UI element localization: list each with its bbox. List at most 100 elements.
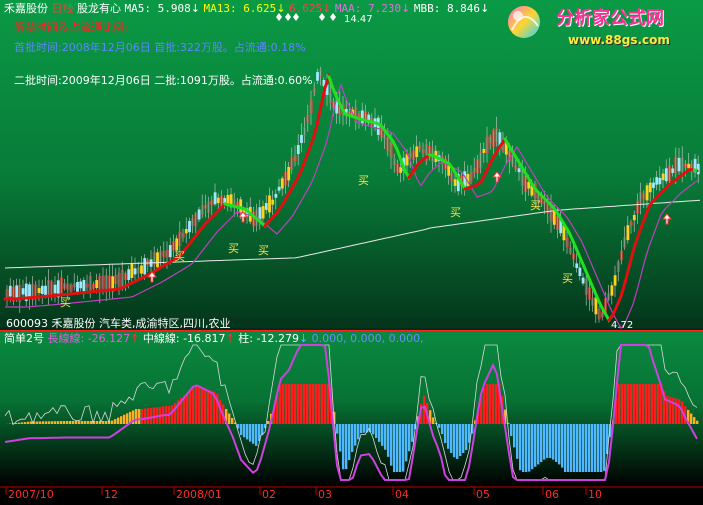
histogram-bar-negative bbox=[465, 424, 468, 450]
candle-body bbox=[696, 163, 700, 175]
histogram-bar-positive bbox=[186, 392, 189, 424]
candle-body bbox=[287, 166, 291, 181]
histogram-bar-negative bbox=[588, 424, 591, 472]
candle-body bbox=[552, 210, 556, 225]
histogram-bar-positive bbox=[45, 421, 48, 424]
histogram-bar-positive bbox=[117, 417, 120, 424]
candle-body bbox=[671, 168, 675, 173]
histogram-bar-positive bbox=[651, 384, 654, 424]
histogram-bar-positive bbox=[141, 408, 144, 424]
candle-body bbox=[652, 182, 655, 189]
histogram-bar-negative bbox=[444, 424, 447, 443]
histogram-bar-positive bbox=[63, 421, 66, 424]
histogram-bar-positive bbox=[291, 384, 294, 424]
candle-body bbox=[168, 245, 172, 258]
histogram-bar-positive bbox=[639, 384, 642, 424]
candle-body bbox=[664, 168, 668, 182]
bar-arrow: ↓ bbox=[298, 332, 309, 345]
histogram-bar-negative bbox=[579, 424, 582, 472]
candle-body bbox=[15, 285, 19, 299]
histogram-bar-negative bbox=[564, 424, 567, 472]
histogram-bar-positive bbox=[102, 421, 105, 424]
extra-arrow: ↓ bbox=[322, 2, 332, 15]
histogram-bar-negative bbox=[537, 424, 540, 465]
buy-label: 买 bbox=[530, 199, 541, 212]
period-label[interactable]: 日线 bbox=[52, 2, 74, 15]
histogram-bar-negative bbox=[528, 424, 531, 472]
buy-label: 买 bbox=[60, 296, 71, 309]
histogram-bar-negative bbox=[519, 424, 522, 471]
histogram-bar-positive bbox=[267, 420, 270, 424]
buy-label: 买 bbox=[450, 206, 461, 219]
ma13-value: MA13: 6.625 bbox=[203, 2, 277, 15]
candle-body bbox=[133, 268, 137, 275]
candle-body bbox=[277, 186, 281, 191]
histogram-bar-positive bbox=[96, 421, 99, 424]
low-price-label: 4.72 bbox=[611, 320, 634, 331]
histogram-bar-negative bbox=[384, 424, 387, 450]
date-axis-label: 05 bbox=[476, 488, 490, 501]
histogram-bar-positive bbox=[81, 421, 84, 424]
histogram-bar-positive bbox=[489, 384, 492, 424]
histogram-bar-positive bbox=[15, 422, 18, 424]
candle-body bbox=[399, 167, 403, 173]
histogram-bar-positive bbox=[678, 399, 681, 424]
date-axis-label: 2007/10 bbox=[8, 488, 54, 501]
histogram-bar-positive bbox=[285, 384, 288, 424]
histogram-bar-negative bbox=[462, 424, 465, 453]
histogram-bar-positive bbox=[153, 407, 156, 424]
histogram-bar-positive bbox=[36, 421, 39, 424]
candle-body bbox=[213, 192, 217, 205]
histogram-bar-positive bbox=[84, 421, 87, 424]
histogram-bar-positive bbox=[288, 384, 291, 424]
histogram-bar-positive bbox=[321, 384, 324, 424]
histogram-bar-negative bbox=[552, 424, 555, 460]
candle-body bbox=[661, 173, 665, 181]
histogram-bar-positive bbox=[642, 384, 645, 424]
candle-body bbox=[37, 288, 41, 293]
histogram-bar-positive bbox=[279, 385, 282, 424]
histogram-bar-negative bbox=[450, 424, 453, 453]
histogram-bar-positive bbox=[78, 421, 81, 424]
histogram-bar-negative bbox=[576, 424, 579, 472]
watermark-url: www.88gs.com bbox=[568, 33, 670, 47]
histogram-bar-positive bbox=[150, 407, 153, 424]
histogram-bar-negative bbox=[246, 424, 249, 440]
histogram-bar-negative bbox=[570, 424, 573, 472]
histogram-bar-positive bbox=[492, 384, 495, 424]
histogram-bar-negative bbox=[555, 424, 558, 462]
histogram-bar-negative bbox=[585, 424, 588, 472]
histogram-bar-positive bbox=[171, 405, 174, 424]
candle-body bbox=[527, 181, 531, 189]
unlock-title: 解禁时间及占流通比例: bbox=[14, 21, 128, 34]
watermark-brand: 分析家公式网 bbox=[556, 8, 664, 29]
histogram-bar-positive bbox=[39, 421, 42, 424]
candle-body bbox=[140, 265, 143, 274]
candle-body bbox=[53, 284, 57, 294]
long-line-arrow: ↑ bbox=[130, 332, 140, 345]
histogram-bar-negative bbox=[240, 424, 243, 436]
buy-label: 买 bbox=[358, 174, 369, 187]
date-axis-label: 04 bbox=[395, 488, 409, 501]
bar-value: 柱: -12.279 bbox=[238, 332, 299, 345]
candle-body bbox=[268, 195, 271, 213]
histogram-bar-negative bbox=[402, 424, 405, 472]
histogram-bar-negative bbox=[510, 424, 513, 436]
histogram-bar-positive bbox=[294, 384, 297, 424]
candle-body bbox=[264, 203, 268, 210]
histogram-bar-negative bbox=[546, 424, 549, 458]
candle-body bbox=[184, 228, 188, 234]
candle-body bbox=[8, 285, 12, 297]
histogram-bar-positive bbox=[627, 384, 630, 424]
candle-body bbox=[687, 163, 691, 169]
candle-body bbox=[645, 185, 649, 201]
date-axis-label: 2008/01 bbox=[176, 488, 222, 501]
histogram-bar-negative bbox=[534, 424, 537, 467]
candle-body bbox=[482, 149, 486, 153]
candle-body bbox=[156, 252, 159, 268]
candle-body bbox=[79, 281, 83, 289]
buy-label: 买 bbox=[258, 244, 269, 257]
candle-body bbox=[594, 297, 598, 315]
histogram-bar-negative bbox=[393, 424, 396, 472]
mbb-arrow: ↓ bbox=[480, 2, 490, 15]
